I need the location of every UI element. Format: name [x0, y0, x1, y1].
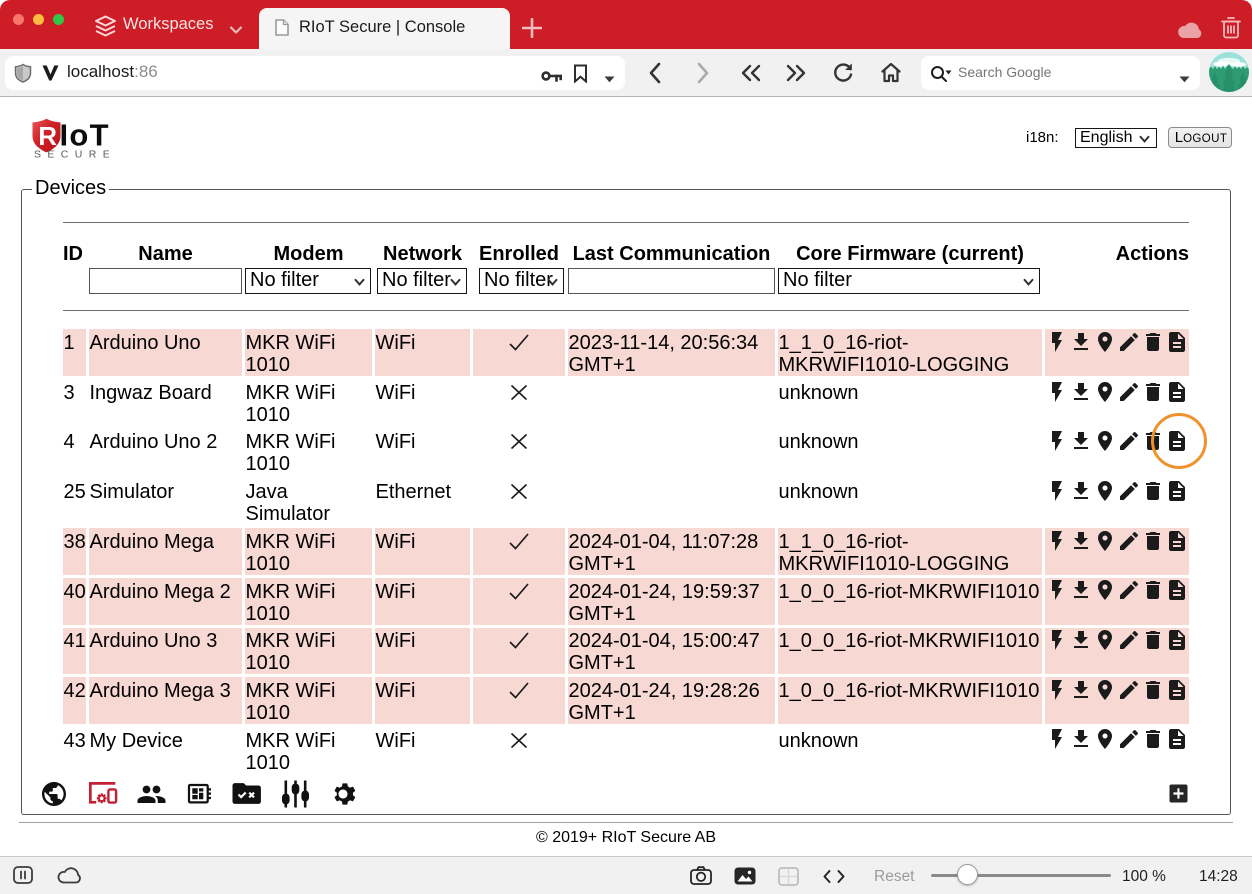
svg-text:SECURE: SECURE [34, 149, 109, 161]
svg-text:IoT: IoT [60, 117, 110, 152]
svg-text:R: R [38, 121, 57, 151]
